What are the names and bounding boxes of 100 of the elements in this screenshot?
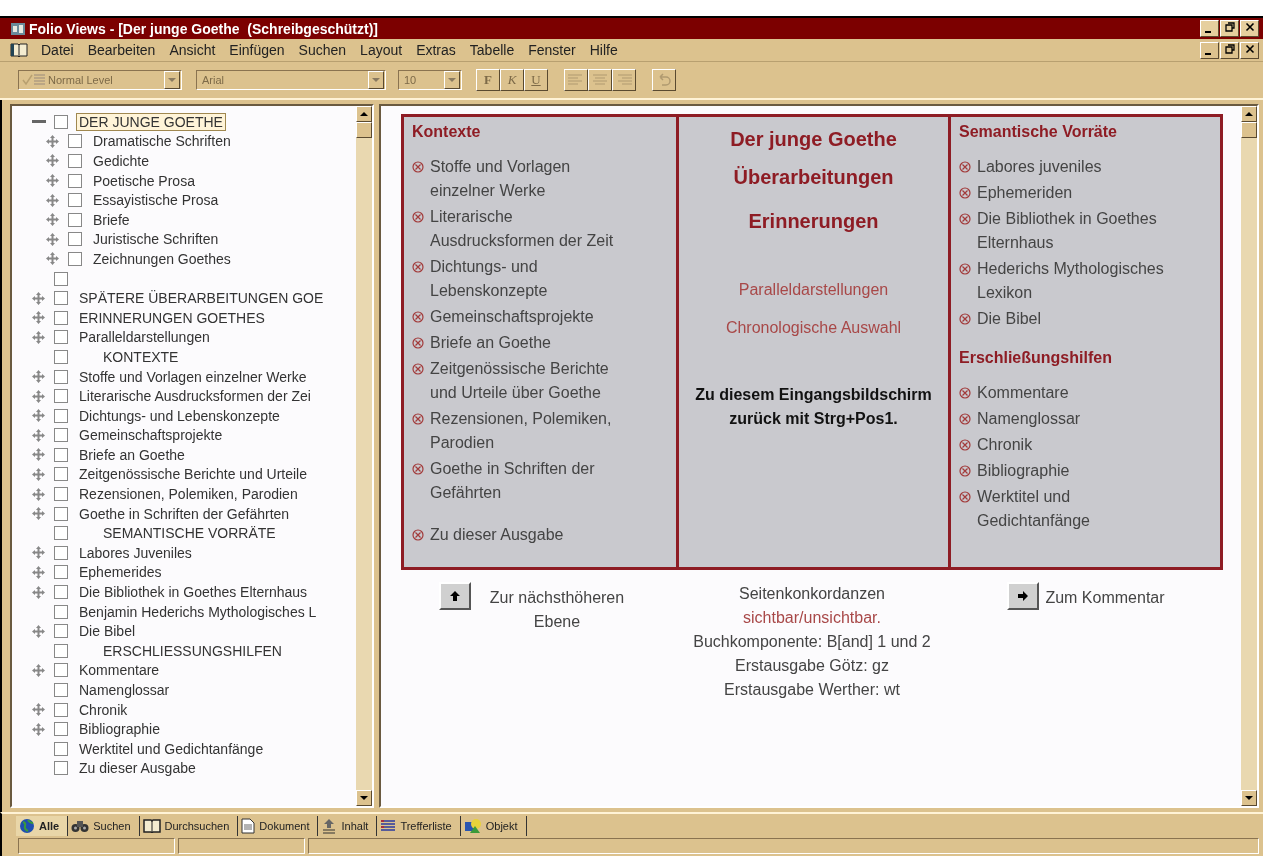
expand-icon[interactable] [46,174,59,188]
expand-icon[interactable] [32,468,45,481]
checkbox[interactable] [68,173,82,188]
tree-item[interactable]: Juristische Schriften [90,230,222,249]
checkbox[interactable] [54,447,68,462]
link[interactable]: Briefe an Goethe [430,331,581,355]
checkbox[interactable] [54,114,68,129]
tree-item[interactable]: ERINNERUNGEN GOETHES [76,308,268,327]
link[interactable]: Rezensionen, Polemiken, Parodien [430,407,668,455]
checkbox[interactable] [54,408,68,423]
title-link[interactable]: Überarbeitungen [733,155,894,199]
link[interactable]: Namenglossar [977,407,1111,431]
expand-icon[interactable] [46,213,59,227]
expand-icon[interactable] [32,448,45,462]
expand-icon[interactable] [32,703,45,717]
scroll-down-icon[interactable] [356,790,372,806]
tree-item[interactable]: Die Bibliothek in Goethes Elternhaus [76,583,311,602]
menu-item[interactable]: Bearbeiten [80,42,163,58]
menu-item[interactable]: Fenster [521,42,583,58]
tree-item[interactable]: Zeitgenössische Berichte und Urteile [76,465,310,484]
expand-icon[interactable] [32,585,45,599]
restore-button[interactable] [1220,20,1239,37]
tab[interactable]: Dokument [238,816,319,836]
link[interactable]: Hederichs Mythologisches Lexikon [977,257,1212,305]
scroll-thumb[interactable] [356,122,372,138]
scrollbar[interactable] [1241,106,1257,806]
tab[interactable]: Objekt [460,816,527,836]
link[interactable]: Stoffe und Vorlagen einzelner Werke [430,155,668,203]
expand-icon[interactable] [32,624,45,638]
navigation-link[interactable]: Zum Kommentar [1045,582,1165,610]
expand-icon[interactable] [32,409,45,423]
link[interactable]: Zu dieser Ausgabe [430,523,594,547]
checkbox[interactable] [54,663,68,678]
tab[interactable]: Alle [16,816,69,836]
checkbox[interactable] [54,428,68,443]
checkbox[interactable] [54,330,68,345]
expand-icon[interactable] [32,389,45,403]
link[interactable]: Labores juveniles [977,155,1132,179]
expand-icon[interactable] [32,487,45,501]
menu-item[interactable]: Datei [34,42,81,58]
link[interactable]: Bibliographie [977,459,1100,483]
checkbox[interactable] [68,134,82,149]
link[interactable]: Die Bibliothek in Goethes Elternhaus [977,207,1212,255]
checkbox[interactable] [54,545,68,560]
menu-item[interactable]: Layout [353,42,410,58]
checkbox[interactable] [54,585,68,600]
checkbox[interactable] [54,271,68,286]
tree-item[interactable]: SPÄTERE ÜBERARBEITUNGEN GOE [76,289,327,308]
checkbox[interactable] [54,683,68,697]
checkbox[interactable] [54,487,68,502]
checkbox[interactable] [54,741,68,756]
tree-item[interactable]: Zeichnungen Goethes [90,249,234,268]
menu-item[interactable]: Tabelle [462,42,522,58]
menu-item[interactable]: Einfügen [222,42,292,58]
title-link[interactable]: Der junge Goethe [730,123,897,155]
tree-item[interactable]: Die Bibel [76,622,139,641]
expand-icon[interactable] [32,370,45,383]
tree-item[interactable]: Kommentare [76,661,163,680]
minimize-button[interactable] [1200,20,1219,37]
expand-icon[interactable] [46,193,59,207]
navigation-link[interactable]: Zur nächsthöheren Ebene [477,582,637,634]
link[interactable]: Zeitgenössische Berichte und Urteile über Goethe [430,357,668,405]
checkbox[interactable] [54,467,68,482]
link[interactable]: Goethe in Schriften der Gefährten [430,457,668,505]
restore-button[interactable] [1220,41,1239,59]
checkbox[interactable] [54,643,68,658]
expand-icon[interactable] [32,507,45,521]
expand-icon[interactable] [46,134,59,148]
tree-item[interactable]: Briefe [90,210,133,229]
tree-item[interactable]: Ephemerides [76,563,165,582]
expand-icon[interactable] [32,428,45,442]
checkbox[interactable] [54,506,68,521]
tree-item[interactable]: Bibliographie [76,720,163,739]
link[interactable]: Ephemeriden [977,181,1103,205]
tree-item[interactable]: DER JUNGE GOETHE [76,112,226,131]
tree-item[interactable]: Gemeinschaftsprojekte [76,426,226,445]
close-button[interactable] [1240,20,1259,37]
link[interactable]: sichtbar/unsichtbar. [692,606,932,630]
link[interactable]: Werktitel und Gedichtanfänge [977,485,1212,533]
checkbox[interactable] [54,291,68,306]
tree-item[interactable]: SEMANTISCHE VORRÄTE [100,524,279,543]
expand-icon[interactable] [32,311,45,325]
tree-item[interactable]: Werktitel und Gedichtanfänge [76,739,267,758]
tree-item[interactable]: Poetische Prosa [90,171,198,190]
tree-item[interactable]: Briefe an Goethe [76,445,188,464]
scroll-thumb[interactable] [1241,122,1257,138]
tab[interactable]: Durchsuchen [139,816,239,836]
link[interactable]: Die Bibel [977,307,1072,331]
tree-item[interactable]: Rezensionen, Polemiken, Parodien [76,485,301,504]
expand-icon[interactable] [46,252,59,266]
checkbox[interactable] [54,349,68,364]
tree-item[interactable]: Namenglossar [76,681,173,699]
collapse-icon[interactable] [32,119,46,124]
tree-item[interactable]: Labores Juveniles [76,543,195,562]
menu-item[interactable]: Extras [409,42,463,58]
checkbox[interactable] [54,565,68,580]
scrollbar[interactable] [356,106,372,806]
checkbox[interactable] [54,310,68,325]
close-button[interactable] [1240,41,1259,59]
link[interactable]: Gemeinschaftsprojekte [430,305,624,329]
